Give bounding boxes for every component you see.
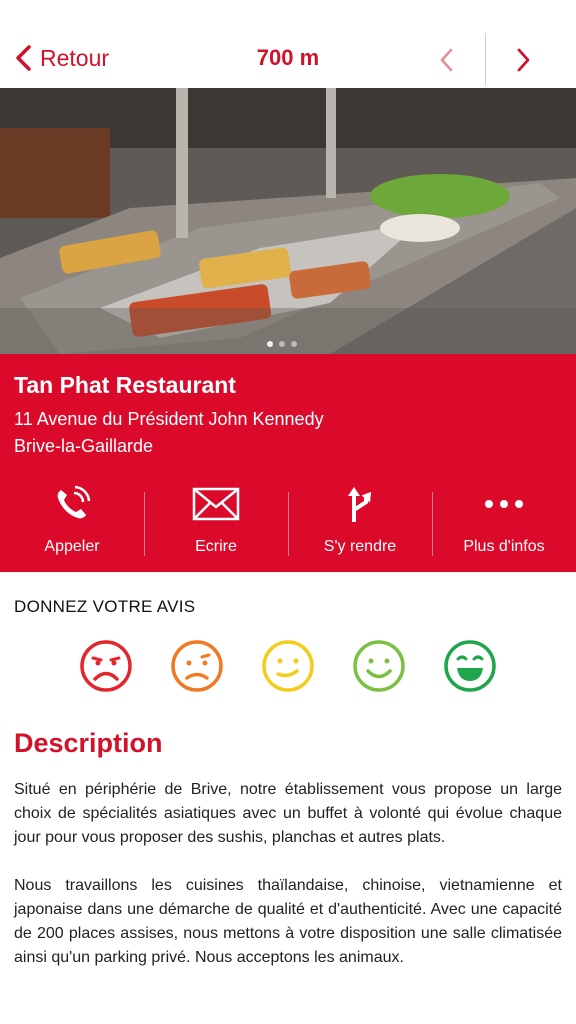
directions-label: S'y rendre — [323, 538, 397, 555]
directions-icon — [348, 487, 372, 522]
previous-button[interactable] — [432, 42, 460, 78]
chevron-left-icon — [16, 45, 31, 71]
rating-faces — [78, 638, 498, 694]
address-street: 11 Avenue du Président John Kennedy — [14, 409, 324, 429]
description-paragraph: Situé en périphérie de Brive, notre étab… — [14, 781, 562, 846]
more-info-label: Plus d'infos — [463, 538, 545, 555]
top-bar: Retour 700 m — [0, 0, 576, 88]
write-button[interactable]: Ecrire — [144, 482, 288, 558]
back-button[interactable]: Retour — [14, 36, 109, 80]
neutral-face-icon[interactable] — [260, 638, 316, 694]
next-button[interactable] — [510, 42, 538, 78]
nav-divider — [485, 33, 486, 85]
write-label: Ecrire — [195, 538, 237, 555]
rating-title: DONNEZ VOTRE AVIS — [14, 597, 196, 616]
envelope-icon — [192, 487, 240, 521]
very-unhappy-face-icon[interactable] — [78, 638, 134, 694]
phone-icon — [57, 485, 91, 519]
restaurant-photo[interactable] — [0, 88, 576, 354]
address-city: Brive-la-Gaillarde — [14, 436, 154, 456]
action-divider — [288, 492, 289, 556]
restaurant-name: Tan Phat Restaurant — [14, 372, 236, 398]
call-label: Appeler — [44, 538, 100, 555]
very-happy-face-icon[interactable] — [442, 638, 498, 694]
action-divider — [144, 492, 145, 556]
back-label: Retour — [40, 44, 110, 71]
happy-face-icon[interactable] — [351, 638, 407, 694]
action-divider — [432, 492, 433, 556]
more-info-button[interactable]: Plus d'infos — [432, 482, 576, 558]
buffet-photo-image — [0, 88, 576, 354]
description-paragraph: Nous travaillons les cuisines thaïlandai… — [14, 877, 562, 966]
description-title: Description — [14, 728, 163, 758]
call-button[interactable]: Appeler — [0, 482, 144, 558]
chevron-left-icon — [440, 48, 453, 72]
description-text: Situé en périphérie de Brive, notre étab… — [14, 778, 562, 970]
directions-button[interactable]: S'y rendre — [288, 482, 432, 558]
chevron-right-icon — [517, 48, 530, 72]
more-dots-icon — [485, 500, 523, 508]
unhappy-face-icon[interactable] — [169, 638, 225, 694]
restaurant-info-panel: Tan Phat Restaurant 11 Avenue du Préside… — [0, 354, 576, 572]
